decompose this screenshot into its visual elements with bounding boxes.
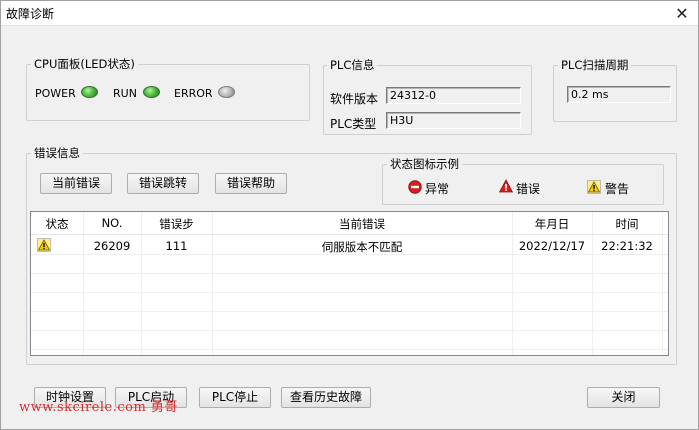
error-info-title: 错误信息 [31, 146, 83, 160]
error-icon [499, 179, 513, 193]
error-jump-button[interactable]: 错误跳转 [127, 173, 199, 194]
abnormal-icon [408, 180, 422, 194]
view-history-button[interactable]: 查看历史故障 [281, 387, 371, 408]
scan-cycle-title: PLC扫描周期 [558, 58, 632, 72]
col-time[interactable]: 时间 [592, 216, 662, 232]
col-no[interactable]: NO. [83, 216, 141, 230]
legend-abnormal-label: 异常 [425, 182, 450, 196]
led-label-power: POWER [35, 87, 76, 100]
watermark-text: www.skcirele.com 勇哥 [19, 400, 178, 415]
fault-diagnosis-window: 故障诊断 ✕ CPU面板(LED状态) POWER RUN ERROR PLC信… [0, 0, 699, 430]
cell-error: 伺服版本不匹配 [321, 240, 403, 254]
title-bar: 故障诊断 ✕ [1, 1, 698, 26]
table-row-empty [31, 312, 668, 331]
software-version-field: 24312-0 [386, 87, 521, 104]
cell-no: 26209 [93, 239, 131, 253]
scan-cycle-field: 0.2 ms [567, 86, 671, 103]
table-row-empty [31, 293, 668, 312]
col-error-step[interactable]: 错误步 [141, 216, 212, 232]
power-led-icon [81, 86, 98, 98]
run-led-icon [143, 86, 160, 98]
cell-time: 22:21:32 [601, 239, 653, 253]
window-title: 故障诊断 [6, 7, 55, 21]
table-row-empty [31, 255, 668, 274]
cell-date: 2022/12/17 [518, 239, 586, 253]
software-version-label: 软件版本 [330, 92, 379, 106]
error-led-icon [218, 86, 235, 98]
cell-step: 111 [165, 239, 188, 253]
warning-icon [37, 238, 51, 252]
col-date[interactable]: 年月日 [512, 216, 592, 232]
table-row[interactable]: 26209 111 伺服版本不匹配 2022/12/17 22:21:32 [31, 236, 668, 255]
table-row-empty [31, 331, 668, 350]
plc-type-field: H3U [386, 112, 521, 129]
cpu-panel-title: CPU面板(LED状态) [31, 57, 138, 71]
table-header: 状态 NO. 错误步 当前错误 年月日 时间 [31, 212, 668, 235]
current-error-button[interactable]: 当前错误 [40, 173, 112, 194]
warning-icon [587, 180, 601, 194]
led-label-run: RUN [113, 87, 137, 100]
table-row-empty [31, 274, 668, 293]
plc-type-label: PLC类型 [330, 117, 377, 131]
col-current-error[interactable]: 当前错误 [212, 216, 512, 232]
close-icon[interactable]: ✕ [666, 1, 698, 25]
error-help-button[interactable]: 错误帮助 [215, 173, 287, 194]
legend-warning-label: 警告 [605, 182, 630, 196]
plc-stop-button[interactable]: PLC停止 [199, 387, 271, 408]
error-table: 状态 NO. 错误步 当前错误 年月日 时间 26209 111 伺服版本不匹配… [30, 211, 669, 356]
plc-info-title: PLC信息 [327, 58, 378, 72]
legend-error-label: 错误 [516, 182, 541, 196]
col-status[interactable]: 状态 [31, 216, 83, 232]
led-label-error: ERROR [174, 87, 213, 100]
legend-title: 状态图标示例 [387, 157, 462, 171]
close-button[interactable]: 关闭 [587, 387, 660, 408]
